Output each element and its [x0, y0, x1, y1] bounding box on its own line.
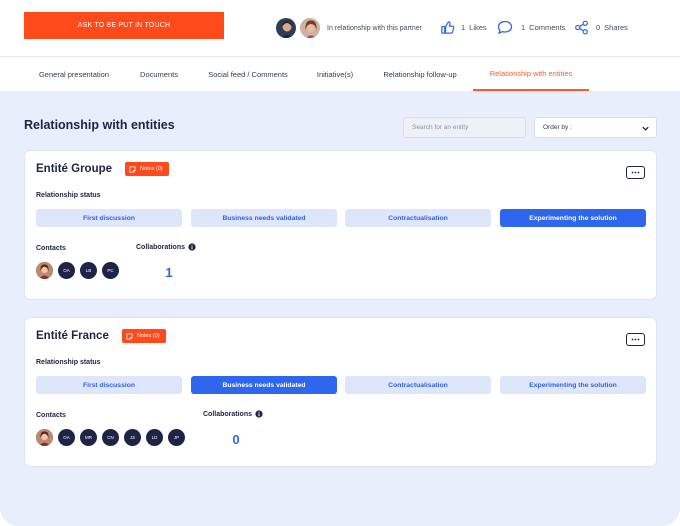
notes-button[interactable]: Notes (0) [122, 329, 166, 343]
tab-initiatives[interactable]: Initiative(s) [308, 57, 362, 91]
step-experimenting-the-solution[interactable]: Experimenting the solution [500, 376, 646, 394]
comments-stat[interactable]: 1 Comments [497, 20, 565, 35]
collaborations-label-text: Collaborations [136, 243, 186, 251]
step-experimenting-the-solution[interactable]: Experimenting the solution [500, 209, 646, 227]
shares-label: Shares [604, 23, 628, 32]
entity-name: Entité Groupe [36, 163, 113, 175]
likes-label: Likes [469, 23, 487, 32]
tab-relationship-with-entities[interactable]: Relationship with entities [473, 57, 589, 91]
relationship-status-label: Relationship status [36, 192, 101, 199]
step-first-discussion[interactable]: First discussion [36, 209, 182, 227]
ask-put-in-touch-button[interactable]: ASK TO BE PUT IN TOUCH [24, 12, 224, 39]
contact-avatar[interactable]: PC [102, 262, 119, 279]
contact-avatar[interactable]: JP [168, 429, 185, 446]
step-contractualisation[interactable]: Contractualisation [345, 376, 491, 394]
contacts-label: Contacts [36, 412, 66, 419]
order-by-label: Order by : [543, 124, 572, 131]
entity-card: Entité Groupe Notes (0) Relationship sta… [24, 150, 657, 300]
contact-avatar[interactable]: MR [80, 429, 97, 446]
thumbs-up-icon [441, 21, 455, 34]
step-first-discussion[interactable]: First discussion [36, 376, 182, 394]
more-options-button[interactable] [626, 333, 645, 346]
collaborations-count: 1 [165, 265, 173, 280]
contact-avatar[interactable] [36, 262, 53, 279]
relationship-status-label: Relationship status [36, 359, 101, 366]
step-business-needs-validated[interactable]: Business needs validated [191, 209, 337, 227]
likes-stat[interactable]: 1 Likes [440, 20, 487, 35]
relationship-status-steps: First discussion Business needs validate… [36, 376, 647, 394]
contact-avatar[interactable]: JS [124, 429, 141, 446]
comments-count: 1 [521, 23, 526, 32]
partner-relationship: In relationship with this partner [275, 17, 422, 39]
collaborations-label: Collaborations [136, 243, 196, 251]
partner-avatar[interactable] [299, 17, 321, 39]
comments-label: Comments [529, 23, 566, 32]
partner-header: ASK TO BE PUT IN TOUCH In relationship w… [0, 0, 680, 57]
info-icon[interactable] [188, 243, 196, 251]
likes-count: 1 [461, 23, 466, 32]
contact-avatar[interactable]: LB [80, 262, 97, 279]
shares-stat[interactable]: 0 Shares [574, 20, 628, 35]
tab-documents[interactable]: Documents [132, 57, 186, 91]
contacts-label: Contacts [36, 245, 66, 252]
tab-bar: General presentation Documents Social fe… [0, 57, 680, 91]
note-icon [129, 165, 136, 173]
collaborations-count: 0 [232, 432, 240, 447]
tab-social-feed[interactable]: Social feed / Comments [200, 57, 296, 91]
contacts-list: OA MR CN JS LD JP [36, 429, 190, 446]
relationship-status-steps: First discussion Business needs validate… [36, 209, 647, 227]
step-contractualisation[interactable]: Contractualisation [345, 209, 491, 227]
ellipsis-icon [631, 338, 640, 341]
app-frame: ASK TO BE PUT IN TOUCH In relationship w… [0, 0, 680, 526]
entity-card: Entité France Notes (0) Relationship sta… [24, 317, 657, 467]
contact-avatar[interactable]: OA [58, 262, 75, 279]
notes-label: Notes (0) [137, 333, 160, 339]
contact-avatar[interactable]: OA [58, 429, 75, 446]
tab-relationship-follow-up[interactable]: Relationship follow-up [374, 57, 466, 91]
page-title: Relationship with entities [24, 118, 175, 132]
share-icon [575, 20, 588, 35]
contact-avatar[interactable] [36, 429, 53, 446]
step-business-needs-validated[interactable]: Business needs validated [191, 376, 337, 394]
note-icon [126, 332, 133, 340]
entity-name: Entité France [36, 330, 109, 342]
contact-avatar[interactable]: CN [102, 429, 119, 446]
info-icon[interactable] [255, 410, 263, 418]
ellipsis-icon [631, 171, 640, 174]
tab-general-presentation[interactable]: General presentation [24, 57, 124, 91]
comment-icon [497, 20, 513, 34]
notes-label: Notes (0) [140, 166, 163, 172]
shares-count: 0 [596, 23, 601, 32]
collaborations-label-text: Collaborations [203, 410, 253, 418]
contacts-list: OA LB PC [36, 262, 124, 279]
entity-search-input[interactable] [403, 117, 526, 138]
collaborations-label: Collaborations [203, 410, 263, 418]
contact-avatar[interactable]: LD [146, 429, 163, 446]
more-options-button[interactable] [626, 166, 645, 179]
partners-label: In relationship with this partner [327, 24, 422, 32]
notes-button[interactable]: Notes (0) [125, 162, 169, 176]
partner-avatar[interactable] [275, 17, 297, 39]
chevron-down-icon [642, 126, 649, 131]
order-by-select[interactable]: Order by : [534, 117, 657, 138]
